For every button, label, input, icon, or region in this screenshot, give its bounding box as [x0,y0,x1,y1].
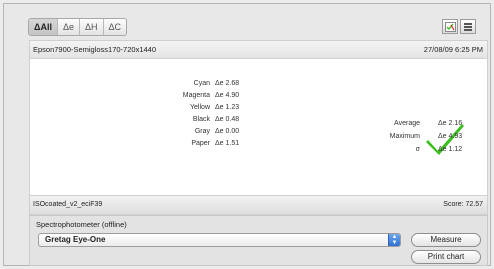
tab-delta-all[interactable]: ΔAll [29,19,58,35]
color-name: Cyan [193,80,210,87]
score: Score: 72.57 [443,201,483,208]
instrument-group: Spectrophotometer (offline) Gretag Eye-O… [29,215,488,266]
profile-header: Epson7900-Semigloss170-720x1440 27/08/09… [30,41,487,59]
color-delta-value: Δe 2.68 [215,80,240,87]
color-delta-value: Δe 4.90 [215,92,240,99]
reference-footer: ISOcoated_v2_eciF39 Score: 72.57 [29,196,488,215]
stat-label: σ [415,146,420,153]
color-delta-value: Δe 1.23 [215,104,240,111]
stat-value: Δe 1.12 [438,146,463,153]
print-chart-button[interactable]: Print chart [411,250,481,264]
tab-delta-h[interactable]: ΔH [80,19,104,35]
tab-delta-c[interactable]: ΔC [104,19,127,35]
color-delta-value: Δe 0.48 [215,116,240,123]
stat-label: Maximum [389,133,420,140]
toolbar [442,19,476,34]
main-window: ΔAll Δe ΔH ΔC Epson7900-Semigloss170-720… [3,3,491,266]
color-name: Magenta [182,92,210,99]
chevron-updown-icon: ▲ ▼ [388,234,400,246]
color-delta-value: Δe 1.51 [215,140,240,147]
color-name: Gray [194,128,210,135]
color-name: Paper [191,140,210,147]
timestamp: 27/08/09 6:25 PM [423,45,483,54]
stat-value: Δe 2.16 [438,120,463,127]
checklist-icon[interactable] [442,19,458,34]
stat-label: Average [394,120,420,127]
results-panel: Epson7900-Semigloss170-720x1440 27/08/09… [29,40,488,196]
tab-delta-e[interactable]: Δe [58,19,81,35]
color-name: Yellow [190,104,210,111]
instrument-group-label: Spectrophotometer (offline) [36,220,127,229]
instrument-select[interactable]: Gretag Eye-One ▲ ▼ [38,233,401,247]
color-name: Black [192,116,210,123]
list-view-icon[interactable] [460,19,476,34]
reference-name: ISOcoated_v2_eciF39 [33,201,103,208]
stat-value: Δe 4.93 [438,133,463,140]
delta-tab-bar: ΔAll Δe ΔH ΔC [28,18,128,36]
color-delta-value: Δe 0.00 [215,128,240,135]
measure-button[interactable]: Measure [411,233,481,247]
instrument-select-value: Gretag Eye-One [45,235,106,244]
profile-name: Epson7900-Semigloss170-720x1440 [33,45,157,54]
